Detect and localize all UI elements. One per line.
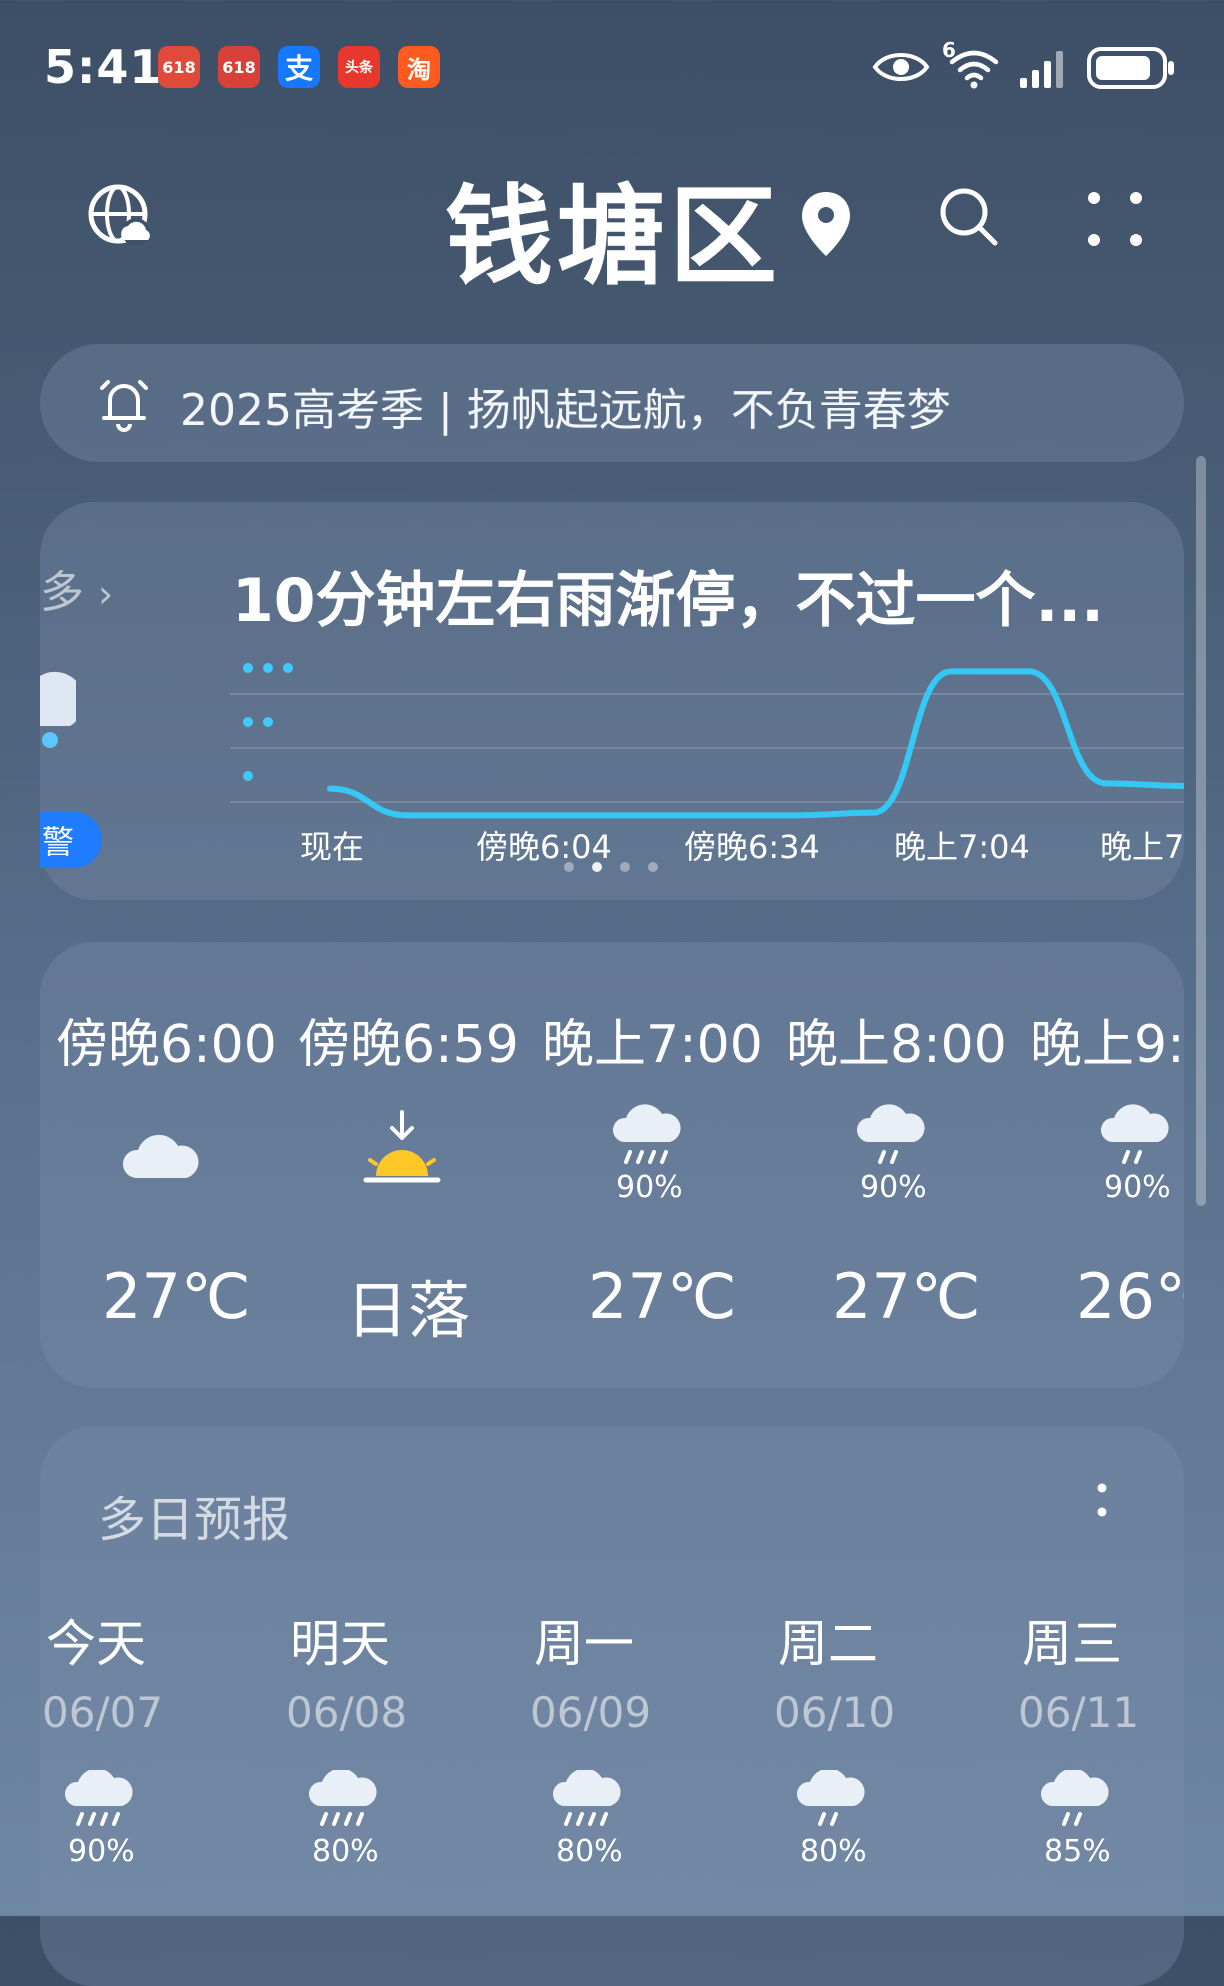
precip-time-label: 现在 — [300, 828, 365, 866]
day-name: 周二 — [778, 1615, 878, 1673]
day-date: 06/11 — [1018, 1688, 1140, 1737]
battery-icon — [1087, 47, 1174, 89]
day-name: 周三 — [1022, 1615, 1122, 1673]
precip-time-label: 晚上7:04 — [894, 828, 1030, 866]
precip-time-label: 傍晚6:04 — [476, 828, 612, 866]
precip-series-line — [327, 668, 1184, 819]
status-time: 5:41 — [44, 40, 163, 94]
precip-chart — [230, 663, 1184, 819]
day-date: 06/08 — [286, 1688, 408, 1737]
hourly-strip[interactable]: 傍晚6:00 27℃ 傍晚6:59 日落 晚上7:00 90% 27℃ 晚上8:… — [40, 942, 1184, 1388]
rain-cloud-icon — [65, 1770, 133, 1826]
day-name: 明天 — [290, 1615, 390, 1673]
precip-probability: 90% — [1104, 1170, 1171, 1205]
precip-probability: 80% — [556, 1834, 623, 1869]
rain-cloud-icon — [553, 1770, 621, 1826]
day-name: 周一 — [534, 1615, 634, 1673]
rain-cloud-icon — [856, 1104, 925, 1164]
precip-summary: 10分钟左右雨渐停，不过一个... — [232, 566, 1104, 636]
rain-cloud-icon — [1100, 1104, 1169, 1164]
location-pin-icon — [802, 192, 850, 256]
more-link[interactable]: 多 › — [40, 556, 113, 620]
day-date: 06/09 — [530, 1688, 652, 1737]
hour-temp: 27℃ — [588, 1260, 737, 1333]
precip-probability: 90% — [860, 1170, 927, 1205]
scrollbar[interactable] — [1196, 456, 1206, 1206]
globe-weather-icon[interactable] — [86, 182, 156, 252]
rain-cloud-icon — [612, 1104, 681, 1164]
page-dot — [648, 862, 658, 872]
hour-temp: 27℃ — [102, 1260, 251, 1333]
precip-probability: 80% — [800, 1834, 867, 1869]
rain-cloud-icon — [797, 1770, 865, 1826]
cloud-icon — [122, 1134, 199, 1178]
precip-probability: 85% — [1044, 1834, 1111, 1869]
alipay-icon: 支 — [278, 46, 320, 88]
toutiao-icon: 头条 — [338, 46, 380, 88]
618-app-icon-1: 618 — [158, 46, 200, 88]
precip-time-label: 傍晚6:34 — [684, 828, 820, 866]
hour-time: 傍晚6:00 — [56, 1015, 277, 1075]
weather-warning-badge[interactable]: 警 — [40, 812, 102, 868]
chevron-right-icon: › — [98, 572, 114, 616]
hour-time: 晚上9:0 — [1030, 1015, 1184, 1075]
hour-temp: 27℃ — [832, 1260, 981, 1333]
daily-strip[interactable]: 今天 06/07 90% 明天 06/08 80% 周一 06/09 80% 周… — [40, 1426, 1184, 1916]
page-dot-active — [592, 862, 602, 872]
precip-probability: 90% — [616, 1170, 683, 1205]
intensity-legend — [243, 663, 293, 781]
taobao-icon: 淘 — [398, 46, 440, 88]
city-name[interactable]: 钱塘区 — [445, 150, 781, 306]
page-dot — [620, 862, 630, 872]
eye-comfort-icon — [872, 53, 930, 81]
rain-cloud-icon — [309, 1770, 377, 1826]
rain-cloud-icon — [1041, 1770, 1109, 1826]
wifi-6-badge: 6 — [942, 38, 956, 62]
hour-temp: 26℃ — [1076, 1260, 1184, 1333]
bell-icon — [100, 380, 148, 432]
precip-time-label: 晚上7 — [1100, 828, 1184, 866]
hour-time: 晚上8:00 — [786, 1015, 1007, 1075]
more-label: 多 — [40, 567, 84, 618]
sunset-icon — [363, 1110, 441, 1183]
signal-icon — [1020, 51, 1063, 88]
warning-label: 警 — [42, 823, 75, 861]
day-name: 今天 — [46, 1615, 146, 1673]
search-icon[interactable] — [938, 186, 1000, 248]
hour-time: 晚上7:00 — [542, 1015, 763, 1075]
precip-probability: 80% — [312, 1834, 379, 1869]
hour-time: 傍晚6:59 — [298, 1015, 519, 1075]
day-date: 06/07 — [42, 1688, 164, 1737]
banner-text: 2025高考季 | 扬帆起远航，不负青春梦 — [180, 385, 951, 436]
page-dot — [564, 862, 574, 872]
gridlines — [230, 693, 1184, 803]
more-options-icon[interactable] — [1084, 188, 1146, 250]
rain-cloud-icon — [40, 671, 76, 748]
day-date: 06/10 — [774, 1688, 896, 1737]
precip-probability: 90% — [68, 1834, 135, 1869]
sunset-label: 日落 — [346, 1274, 471, 1347]
618-app-icon-2: 618 — [218, 46, 260, 88]
